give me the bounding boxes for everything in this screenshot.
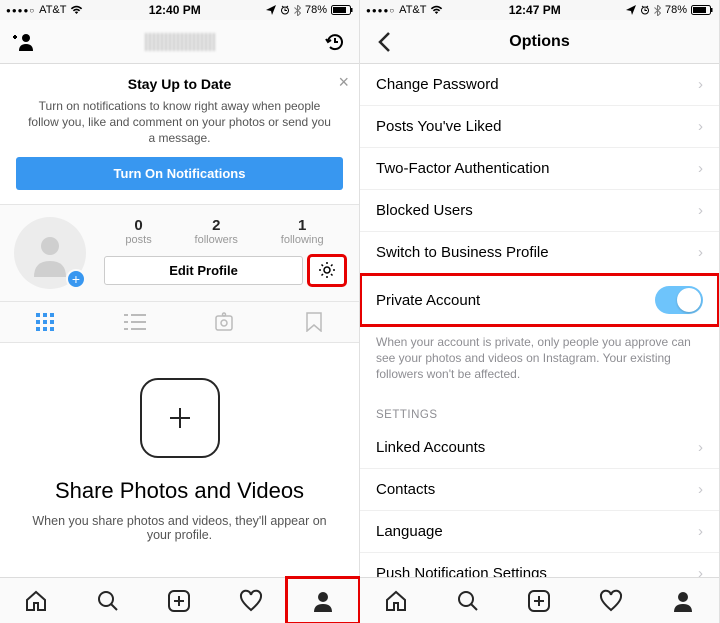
location-icon	[626, 5, 636, 15]
edit-profile-button[interactable]: Edit Profile	[104, 256, 303, 285]
stat-followers[interactable]: 2 followers	[195, 217, 238, 246]
battery-pct: 78%	[665, 4, 687, 16]
carrier-label: AT&T	[399, 4, 426, 16]
status-time: 12:47 PM	[509, 3, 561, 17]
profile-tab[interactable]	[647, 578, 719, 623]
chevron-right-icon: ›	[698, 76, 703, 93]
add-friend-button[interactable]	[10, 28, 38, 56]
row-push-notifications[interactable]: Push Notification Settings ›	[360, 553, 719, 577]
activity-tab[interactable]	[215, 578, 287, 623]
location-icon	[266, 5, 276, 15]
status-time: 12:40 PM	[149, 3, 201, 17]
row-blocked-users[interactable]: Blocked Users ›	[360, 190, 719, 232]
notifications-banner: × Stay Up to Date Turn on notifications …	[0, 64, 359, 205]
private-account-toggle[interactable]	[655, 286, 703, 314]
chevron-right-icon: ›	[698, 118, 703, 135]
tabbar	[0, 577, 359, 623]
settings-header: SETTINGS	[360, 395, 719, 427]
saved-tab[interactable]	[269, 302, 359, 342]
navbar: Options	[360, 20, 719, 64]
row-linked-accounts[interactable]: Linked Accounts ›	[360, 427, 719, 469]
row-contacts[interactable]: Contacts ›	[360, 469, 719, 511]
row-posts-liked[interactable]: Posts You've Liked ›	[360, 106, 719, 148]
chevron-right-icon: ›	[698, 160, 703, 177]
alarm-icon	[280, 5, 290, 15]
options-list: Change Password › Posts You've Liked › T…	[360, 64, 719, 577]
row-language[interactable]: Language ›	[360, 511, 719, 553]
empty-title: Share Photos and Videos	[55, 478, 304, 504]
add-photo-icon[interactable]: +	[66, 269, 86, 289]
home-tab[interactable]	[360, 578, 432, 623]
chevron-right-icon: ›	[698, 523, 703, 540]
new-post-tab[interactable]	[144, 578, 216, 623]
battery-pct: 78%	[305, 4, 327, 16]
row-change-password[interactable]: Change Password ›	[360, 64, 719, 106]
profile-header: + 0 posts 2 followers 1 following Edit P…	[0, 205, 359, 302]
grid-tab[interactable]	[0, 302, 90, 342]
activity-tab[interactable]	[575, 578, 647, 623]
back-button[interactable]	[370, 28, 398, 56]
status-bar: ●●●●○ AT&T 12:40 PM 78%	[0, 0, 359, 20]
view-tabs	[0, 302, 359, 343]
alarm-icon	[640, 5, 650, 15]
chevron-right-icon: ›	[698, 481, 703, 498]
home-tab[interactable]	[0, 578, 72, 623]
bluetooth-icon	[294, 5, 301, 16]
empty-body: When you share photos and videos, they'l…	[24, 514, 335, 542]
page-title: Options	[398, 33, 681, 51]
signal-dots-icon: ●●●●○	[366, 6, 395, 15]
battery-icon	[691, 5, 713, 15]
options-screen: ●●●●○ AT&T 12:47 PM 78% Options Change P…	[360, 0, 720, 623]
signal-dots-icon: ●●●●○	[6, 6, 35, 15]
close-icon[interactable]: ×	[338, 72, 349, 93]
turn-on-notifications-button[interactable]: Turn On Notifications	[16, 157, 343, 190]
navbar	[0, 20, 359, 64]
chevron-right-icon: ›	[698, 202, 703, 219]
status-bar: ●●●●○ AT&T 12:47 PM 78%	[360, 0, 719, 20]
settings-gear-button[interactable]	[309, 256, 345, 285]
list-tab[interactable]	[90, 302, 180, 342]
carrier-label: AT&T	[39, 4, 66, 16]
profile-screen: ●●●●○ AT&T 12:40 PM 78%	[0, 0, 360, 623]
avatar[interactable]: +	[14, 217, 86, 289]
banner-body: Turn on notifications to know right away…	[16, 98, 343, 147]
row-two-factor[interactable]: Two-Factor Authentication ›	[360, 148, 719, 190]
battery-icon	[331, 5, 353, 15]
tabbar	[360, 577, 719, 623]
gear-icon	[318, 261, 336, 279]
bluetooth-icon	[654, 5, 661, 16]
stats-row: 0 posts 2 followers 1 following	[104, 217, 345, 246]
empty-state: Share Photos and Videos When you share p…	[0, 343, 359, 577]
search-tab[interactable]	[72, 578, 144, 623]
chevron-right-icon: ›	[698, 565, 703, 577]
chevron-right-icon: ›	[698, 244, 703, 261]
chevron-right-icon: ›	[698, 439, 703, 456]
banner-title: Stay Up to Date	[16, 76, 343, 92]
add-post-icon[interactable]	[140, 378, 220, 458]
new-post-tab[interactable]	[504, 578, 576, 623]
username-title	[38, 33, 321, 51]
history-button[interactable]	[321, 28, 349, 56]
search-tab[interactable]	[432, 578, 504, 623]
row-private-account[interactable]: Private Account	[360, 274, 719, 326]
stat-posts[interactable]: 0 posts	[125, 217, 151, 246]
row-switch-business[interactable]: Switch to Business Profile ›	[360, 232, 719, 274]
wifi-icon	[70, 5, 83, 15]
tagged-tab[interactable]	[180, 302, 270, 342]
stat-following[interactable]: 1 following	[281, 217, 324, 246]
wifi-icon	[430, 5, 443, 15]
profile-tab[interactable]	[287, 578, 359, 623]
private-account-description: When your account is private, only peopl…	[360, 326, 719, 395]
